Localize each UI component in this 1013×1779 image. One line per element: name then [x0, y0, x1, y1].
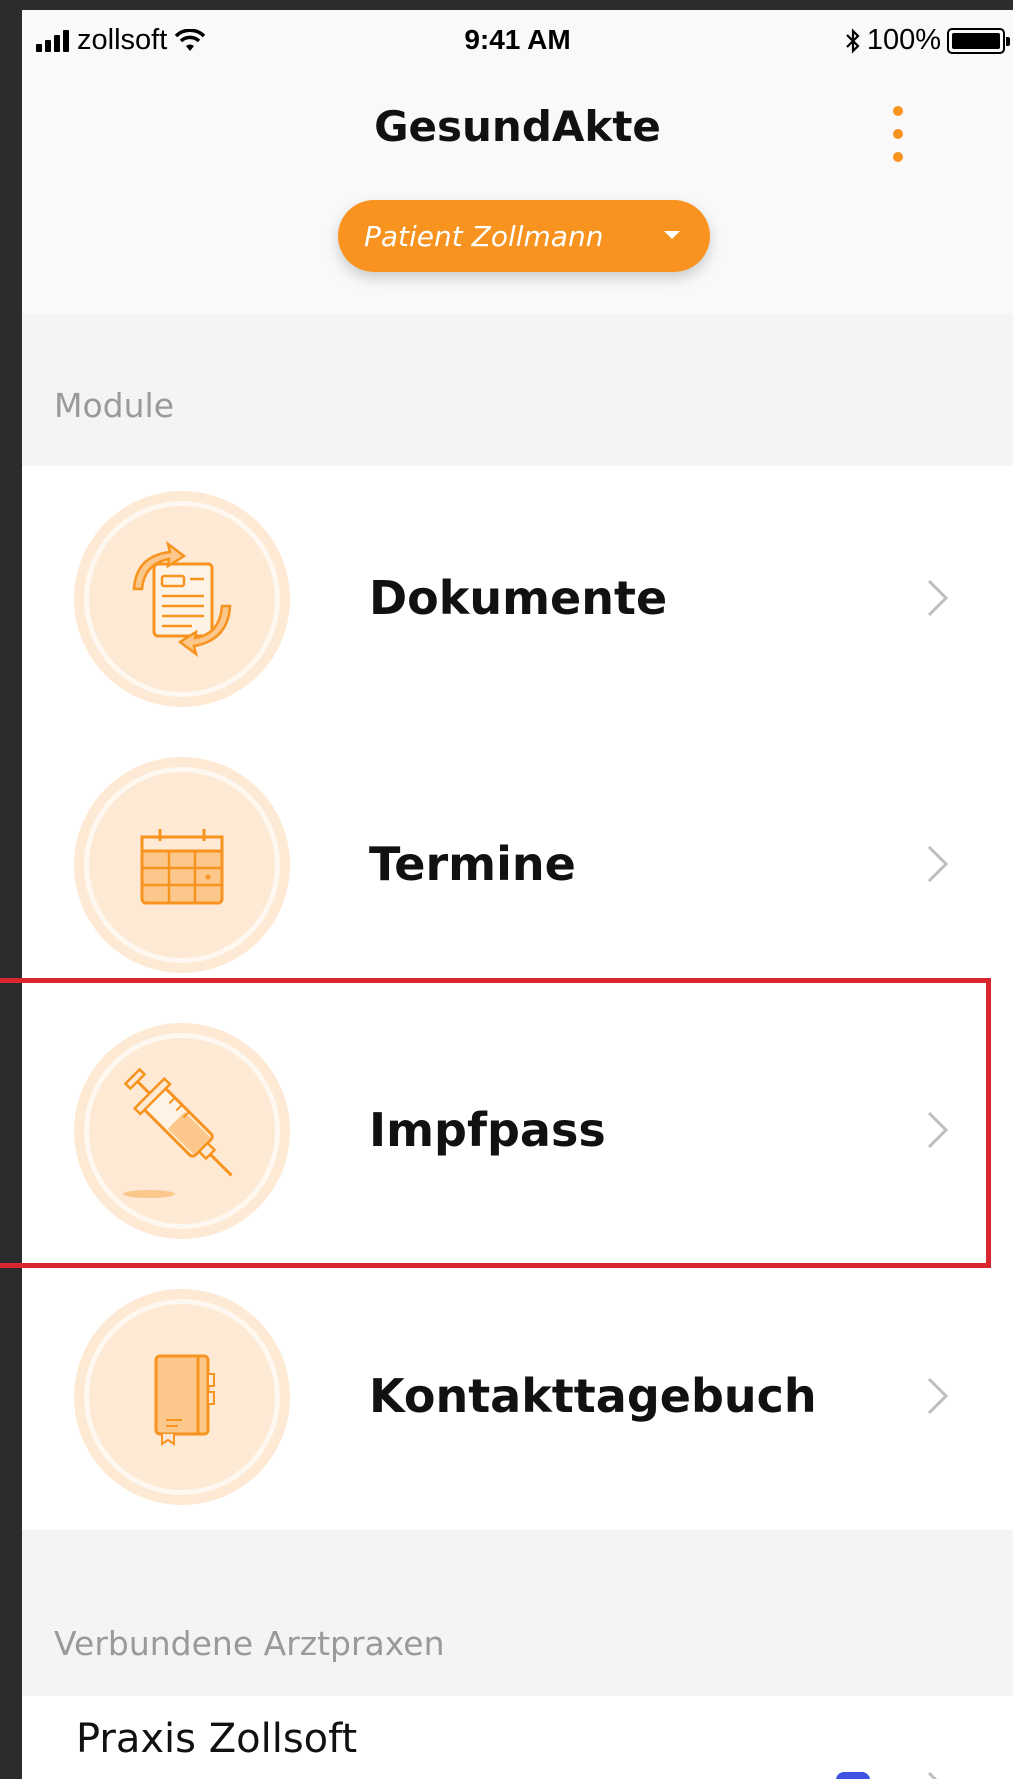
device-frame-top [0, 0, 1013, 10]
patient-selector-label: Patient Zollmann [364, 219, 604, 253]
module-list: Dokumente Termine Impfpass Kontakttagebu… [22, 466, 1013, 1530]
module-label: Termine [369, 837, 576, 891]
calendar-icon [74, 757, 290, 973]
chevron-right-icon [927, 1377, 949, 1415]
bluetooth-icon [846, 27, 860, 54]
status-right: 100% [845, 24, 1010, 57]
app-header: GesundAkte Patient Zollmann [22, 70, 1013, 314]
module-label: Kontakttagebuch [369, 1369, 817, 1423]
syringe-icon [74, 1023, 290, 1239]
app-screen: zollsoft 9:41 AM 100% GesundAkte Patient… [22, 10, 1013, 1779]
practice-name: Praxis Zollsoft [76, 1716, 358, 1762]
patient-selector[interactable]: Patient Zollmann [338, 200, 710, 272]
app-title: GesundAkte [374, 102, 661, 151]
module-row-impfpass[interactable]: Impfpass [22, 998, 1013, 1264]
battery-percent: 100% [866, 24, 941, 56]
chevron-right-icon [927, 1111, 949, 1149]
chevron-right-icon [927, 1771, 938, 1779]
status-bar: zollsoft 9:41 AM 100% [22, 10, 1013, 70]
chevron-right-icon [927, 845, 949, 883]
practice-badge-icon [836, 1772, 870, 1779]
document-exchange-icon [74, 491, 290, 707]
section-label-practices: Verbundene Arztpraxen [54, 1624, 445, 1663]
battery-icon [947, 27, 1010, 54]
practice-row[interactable]: Praxis Zollsoft [22, 1696, 1013, 1779]
chevron-right-icon [927, 579, 949, 617]
notebook-icon [74, 1289, 290, 1505]
module-label: Impfpass [369, 1103, 606, 1157]
dropdown-caret-icon [664, 231, 680, 239]
section-label-modules: Module [54, 386, 174, 425]
device-frame-left [0, 0, 22, 1779]
module-row-dokumente[interactable]: Dokumente [22, 466, 1013, 732]
module-row-kontakttagebuch[interactable]: Kontakttagebuch [22, 1264, 1013, 1530]
module-label: Dokumente [369, 571, 668, 625]
module-row-termine[interactable]: Termine [22, 732, 1013, 998]
more-menu-icon[interactable] [883, 106, 913, 162]
